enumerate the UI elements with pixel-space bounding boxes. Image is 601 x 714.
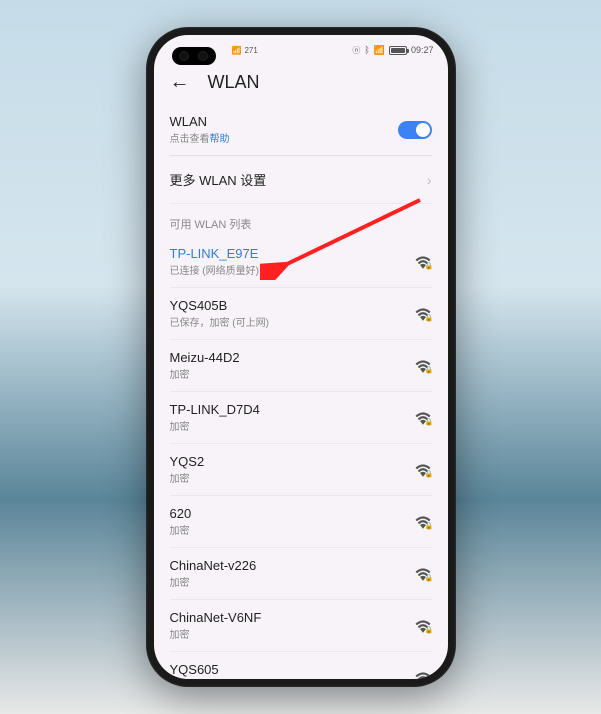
wifi-signal-icon: 🔒: [414, 671, 432, 680]
lock-icon: 🔒: [425, 262, 434, 270]
network-row[interactable]: TP-LINK_E97E 已连接 (网络质量好) 🔒: [170, 236, 432, 288]
network-status: 加密: [170, 574, 257, 589]
battery-icon: [389, 46, 407, 55]
network-row[interactable]: YQS2 加密 🔒: [170, 444, 432, 496]
network-name: YQS605: [170, 662, 219, 677]
lock-icon: 🔒: [425, 678, 434, 680]
bluetooth-icon: ᛒ: [364, 45, 369, 55]
network-name: Meizu-44D2: [170, 350, 240, 365]
network-row[interactable]: 620 加密 🔒: [170, 496, 432, 548]
wifi-signal-icon: 🔒: [414, 411, 432, 425]
lock-icon: 🔒: [425, 574, 434, 582]
lock-icon: 🔒: [425, 470, 434, 478]
more-settings-label: 更多 WLAN 设置: [170, 170, 267, 189]
wifi-signal-icon: 🔒: [414, 359, 432, 373]
nfc-icon: ⓝ: [352, 45, 360, 56]
camera-cutout: [172, 47, 216, 65]
clock: 09:27: [411, 45, 434, 55]
available-networks-label: 可用 WLAN 列表: [170, 204, 432, 236]
page-title: WLAN: [208, 72, 260, 93]
wifi-signal-icon: 🔒: [414, 255, 432, 269]
network-name: ChinaNet-V6NF: [170, 610, 262, 625]
network-list: TP-LINK_E97E 已连接 (网络质量好) 🔒 YQS405B 已保存，加…: [170, 236, 432, 679]
network-status: 加密: [170, 366, 240, 381]
wifi-signal-icon: 🔒: [414, 567, 432, 581]
wifi-status-icon: 📶: [374, 45, 385, 56]
network-status: 加密: [170, 678, 219, 679]
network-status: 已保存，加密 (可上网): [170, 314, 269, 329]
phone-frame: 📶 271 ⓝ ᛒ 📶 09:27 ← WLAN WLAN 点击查看帮助: [146, 27, 456, 687]
network-row[interactable]: Meizu-44D2 加密 🔒: [170, 340, 432, 392]
wifi-signal-icon: 🔒: [414, 463, 432, 477]
network-status: 加密: [170, 522, 192, 537]
network-row[interactable]: TP-LINK_D7D4 加密 🔒: [170, 392, 432, 444]
network-speed: 271: [244, 46, 257, 55]
network-status: 已连接 (网络质量好): [170, 262, 259, 277]
network-name: TP-LINK_D7D4: [170, 402, 260, 417]
back-icon[interactable]: ←: [170, 71, 190, 94]
network-status: 加密: [170, 470, 205, 485]
wifi-signal-icon: 🔒: [414, 307, 432, 321]
lock-icon: 🔒: [425, 314, 434, 322]
chevron-right-icon: ›: [427, 172, 432, 188]
wifi-signal-icon: 🔒: [414, 515, 432, 529]
wlan-toggle-sub: 点击查看帮助: [170, 130, 230, 145]
lock-icon: 🔒: [425, 418, 434, 426]
network-name: YQS2: [170, 454, 205, 469]
network-row[interactable]: YQS405B 已保存，加密 (可上网) 🔒: [170, 288, 432, 340]
network-row[interactable]: YQS605 加密 🔒: [170, 652, 432, 679]
network-status: 加密: [170, 418, 260, 433]
wifi-signal-icon: 🔒: [414, 619, 432, 633]
lock-icon: 🔒: [425, 366, 434, 374]
signal-icon: 📶: [232, 46, 242, 55]
lock-icon: 🔒: [425, 522, 434, 530]
network-row[interactable]: ChinaNet-v226 加密 🔒: [170, 548, 432, 600]
network-name: 620: [170, 506, 192, 521]
more-settings-row[interactable]: 更多 WLAN 设置 ›: [170, 156, 432, 204]
network-status: 加密: [170, 626, 262, 641]
network-row[interactable]: ChinaNet-V6NF 加密 🔒: [170, 600, 432, 652]
wlan-toggle-switch[interactable]: [398, 121, 432, 139]
lock-icon: 🔒: [425, 626, 434, 634]
network-name: TP-LINK_E97E: [170, 246, 259, 261]
network-name: ChinaNet-v226: [170, 558, 257, 573]
header: ← WLAN: [154, 65, 448, 104]
wlan-toggle-label: WLAN: [170, 114, 230, 129]
network-name: YQS405B: [170, 298, 269, 313]
screen: 📶 271 ⓝ ᛒ 📶 09:27 ← WLAN WLAN 点击查看帮助: [154, 35, 448, 679]
wlan-toggle-row[interactable]: WLAN 点击查看帮助: [170, 104, 432, 156]
